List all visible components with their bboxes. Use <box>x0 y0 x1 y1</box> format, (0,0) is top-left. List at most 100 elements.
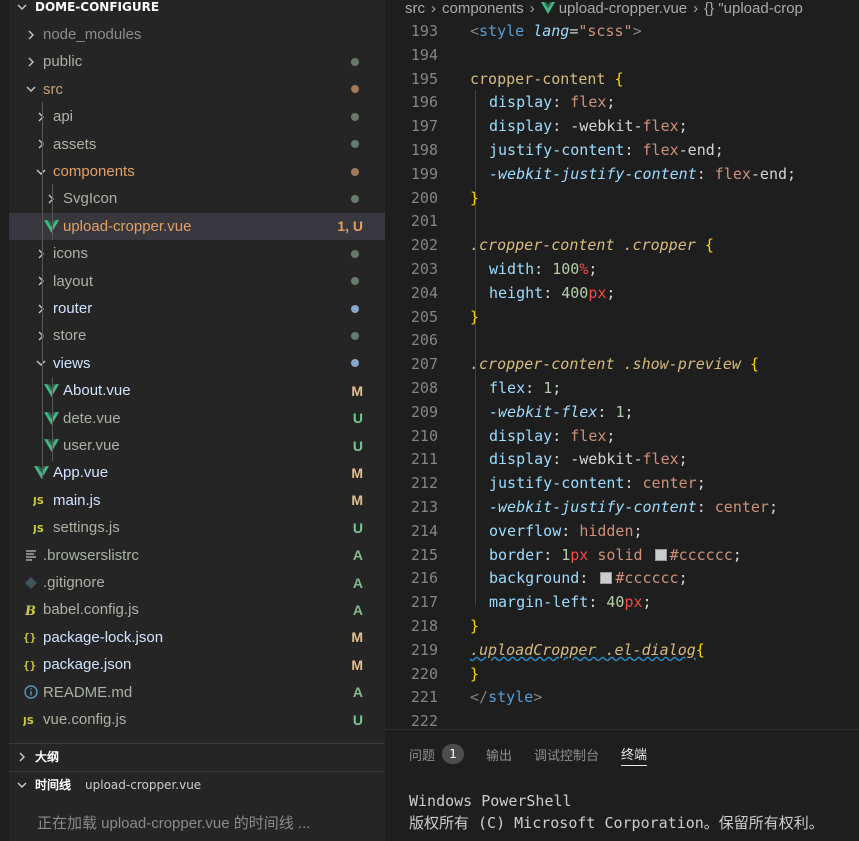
line-number: 200 <box>410 188 438 207</box>
code-text: <style lang="scss"> <box>470 22 642 40</box>
breadcrumb-file[interactable]: upload-cropper.vue <box>559 0 687 16</box>
line-number: 197 <box>410 117 438 136</box>
code-line: 204 height: 400px; <box>385 281 859 305</box>
tab-problems[interactable]: 问题 1 <box>409 742 465 766</box>
code-text: } <box>470 617 480 635</box>
timeline-loading-text: 正在加载 upload-cropper.vue 的时间线 ... <box>37 815 311 832</box>
timeline-file: upload-cropper.vue <box>85 777 202 792</box>
line-number: 218 <box>410 617 438 635</box>
code-editor[interactable]: src › components › upload-cropper.vue › … <box>385 0 859 729</box>
tree-file-item[interactable]: upload-cropper.vue 1, U <box>9 212 385 240</box>
outline-section-header[interactable]: 大纲 <box>9 743 385 769</box>
tree-item-label: SvgIcon <box>63 190 118 208</box>
svg-text:B: B <box>25 604 36 617</box>
breadcrumb-components[interactable]: components <box>442 0 524 16</box>
tree-item-label: router <box>53 300 93 317</box>
vue-file-icon <box>43 383 59 399</box>
tree-folder-item[interactable]: components <box>9 158 385 185</box>
chevron-right-icon <box>23 27 39 43</box>
tree-item-label: vue.config.js <box>43 711 127 728</box>
code-line: 218} <box>385 614 859 638</box>
line-number: 220 <box>410 664 438 683</box>
tree-folder-item[interactable]: src <box>9 76 385 103</box>
code-line: 206 <box>385 328 859 352</box>
tab-debug-console[interactable]: 调试控制台 <box>534 742 599 766</box>
line-number: 205 <box>410 307 438 326</box>
explorer-root-header[interactable]: DOME-CONFIGURE <box>9 0 385 20</box>
chevron-right-icon <box>33 328 49 344</box>
code-line: 221 </style> <box>385 685 859 709</box>
code-line: 196 display: flex; <box>385 90 859 114</box>
tree-file-item[interactable]: {} package-lock.json M <box>9 624 385 651</box>
code-line: 193 <style lang="scss"> <box>385 19 859 43</box>
line-number: 195 <box>410 69 438 88</box>
tree-folder-item[interactable]: layout <box>9 268 385 295</box>
tree-folder-item[interactable]: public <box>9 48 385 75</box>
indent-guide-src <box>42 102 43 479</box>
problems-count-badge: 1 <box>442 744 465 764</box>
breadcrumb-symbol[interactable]: {} "upload-crop <box>704 0 803 16</box>
breadcrumb-src[interactable]: src <box>405 0 425 16</box>
tree-folder-item[interactable]: node_modules <box>9 21 385 48</box>
tree-item-label: views <box>53 354 91 372</box>
tab-terminal[interactable]: 终端 <box>621 742 648 766</box>
tree-folder-item[interactable]: views <box>9 350 385 377</box>
line-number: 219 <box>410 640 438 659</box>
line-number: 193 <box>410 22 438 40</box>
git-status-decoration: U <box>352 437 363 454</box>
git-status-dot <box>351 57 359 66</box>
chevron-down-icon <box>33 355 49 371</box>
panel-tabs: 问题 1 输出 调试控制台 终端 <box>409 742 669 766</box>
code-text: overflow: hidden; <box>489 521 643 540</box>
tree-folder-item[interactable]: store <box>9 322 385 349</box>
code-line: 214 overflow: hidden; <box>385 519 859 543</box>
code-line: 209 -webkit-flex: 1; <box>385 400 859 424</box>
tree-item-label: .browserslistrc <box>43 546 139 564</box>
terminal-line: 版权所有 (C) Microsoft Corporation。保留所有权利。 <box>409 814 824 832</box>
tree-file-item[interactable]: App.vue M <box>9 459 385 486</box>
line-number: 207 <box>410 355 438 374</box>
tree-folder-item[interactable]: api <box>9 103 385 130</box>
line-number: 215 <box>410 545 438 564</box>
tree-folder-item[interactable]: SvgIcon <box>9 185 385 212</box>
git-status-decoration: A <box>352 601 363 618</box>
tree-folder-item[interactable]: assets <box>9 131 385 158</box>
timeline-section-header[interactable]: 时间线 upload-cropper.vue <box>9 771 385 797</box>
vue-file-icon <box>540 2 555 14</box>
tree-file-item[interactable]: README.md A <box>9 679 385 706</box>
tree-folder-item[interactable]: router <box>9 295 385 322</box>
git-status-dot <box>351 140 359 149</box>
tree-file-item[interactable]: .browserslistrc A <box>9 542 385 569</box>
chevron-right-icon <box>33 246 49 262</box>
tree-file-item[interactable]: Bbabel.config.js A <box>9 596 385 623</box>
tree-file-item[interactable]: JS settings.js U <box>9 514 385 541</box>
tree-file-item[interactable]: JS main.js M <box>9 487 385 514</box>
breadcrumb: src › components › upload-cropper.vue › … <box>385 0 859 16</box>
tree-file-item[interactable]: .gitignore A <box>9 569 385 596</box>
tab-output[interactable]: 输出 <box>486 742 512 766</box>
svg-text:JS: JS <box>23 716 34 726</box>
timeline-title: 时间线 <box>35 778 72 792</box>
tree-file-item[interactable]: About.vue M <box>9 377 385 404</box>
git-status-dot <box>351 359 359 368</box>
svg-text:{}: {} <box>23 659 36 671</box>
tree-file-item[interactable]: user.vue U <box>9 432 385 459</box>
tree-file-item[interactable]: dete.vue U <box>9 405 385 432</box>
code-line: 210 display: flex; <box>385 424 859 448</box>
git-status-dot <box>351 331 359 340</box>
js-file-icon: JS <box>23 712 39 728</box>
tree-file-item[interactable]: JS vue.config.js U <box>9 706 385 733</box>
svg-text:{}: {} <box>23 631 36 643</box>
tree-item-label: settings.js <box>53 519 120 537</box>
tree-item-label: package.json <box>43 656 132 674</box>
js-file-icon: JS <box>33 492 49 508</box>
tree-folder-item[interactable]: icons <box>9 240 385 267</box>
chevron-right-icon <box>23 54 39 70</box>
svg-text:JS: JS <box>33 496 44 506</box>
line-number: 203 <box>410 260 438 278</box>
tree-file-item[interactable]: {} package.json M <box>9 651 385 678</box>
git-status-dot <box>351 194 359 203</box>
code-line: 208 flex: 1; <box>385 376 859 400</box>
line-number: 206 <box>410 331 438 350</box>
tree-item-label: App.vue <box>53 464 109 482</box>
